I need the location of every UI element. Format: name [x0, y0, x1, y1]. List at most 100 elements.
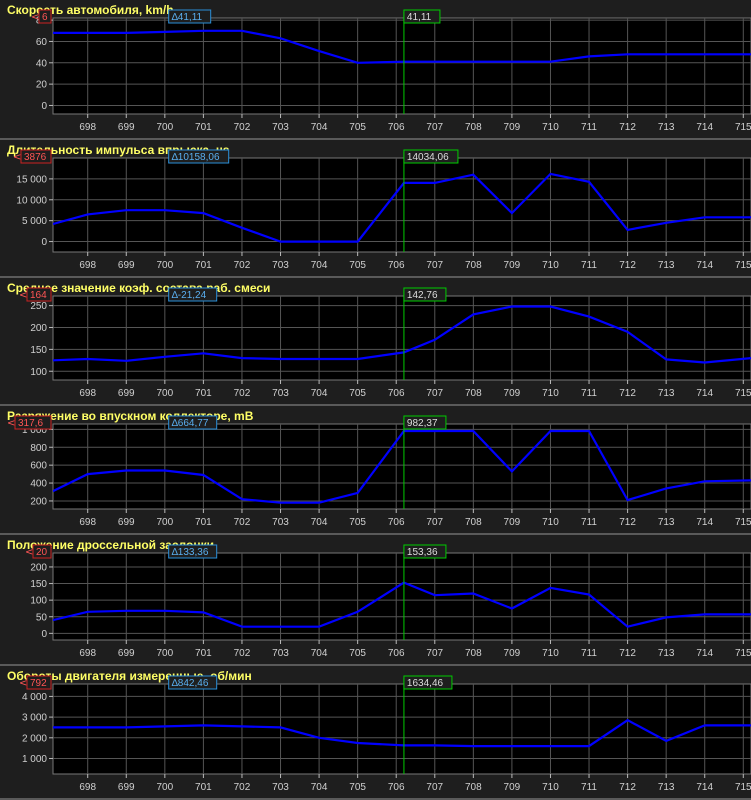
x-tick-label: 709: [504, 648, 521, 659]
delta-value: ∆-21,24: [172, 290, 207, 301]
data-point: [588, 593, 590, 596]
x-tick-label: 712: [619, 782, 636, 793]
data-point: [86, 473, 89, 475]
data-point: [279, 358, 282, 360]
y-tick-label: 0: [41, 237, 47, 248]
x-tick-label: 700: [156, 782, 173, 793]
x-tick-label: 698: [79, 122, 96, 133]
y-tick-label: 0: [41, 629, 47, 640]
marker-arrow-icon: <: [31, 12, 39, 23]
marker-arrow-icon: <: [7, 418, 15, 429]
data-point: [433, 60, 436, 63]
data-point: [318, 736, 320, 739]
x-tick-label: 706: [388, 782, 405, 793]
chart-window: Скорость автомобиля, km/h020406080698699…: [0, 0, 751, 800]
x-tick-label: 708: [465, 260, 482, 271]
y-tick-label: 1 000: [22, 754, 47, 765]
x-tick-label: 710: [542, 517, 559, 528]
marker-value: 20: [36, 547, 48, 558]
x-tick-label: 702: [234, 782, 251, 793]
x-tick-label: 700: [156, 517, 173, 528]
data-point: [665, 221, 667, 224]
data-point: [472, 592, 475, 595]
y-tick-label: 2 000: [22, 733, 47, 744]
data-point: [279, 625, 282, 628]
x-tick-label: 711: [581, 122, 597, 133]
x-tick-label: 710: [542, 260, 559, 271]
x-tick-label: 700: [156, 388, 173, 399]
x-tick-label: 712: [619, 648, 636, 659]
delta-value: ∆133,36: [172, 547, 209, 558]
data-point: [86, 32, 89, 34]
y-tick-label: 20: [36, 80, 48, 91]
x-tick-label: 705: [349, 517, 366, 528]
y-tick-label: 10 000: [16, 195, 47, 206]
x-tick-label: 706: [388, 260, 405, 271]
x-tick-label: 703: [272, 648, 289, 659]
data-point: [472, 313, 475, 316]
x-tick-label: 707: [426, 648, 443, 659]
data-point: [511, 745, 513, 747]
x-tick-label: 701: [195, 782, 212, 793]
y-tick-label: 800: [30, 443, 47, 454]
x-tick-label: 712: [619, 260, 636, 271]
data-point: [626, 331, 629, 333]
x-tick-label: 703: [272, 517, 289, 528]
y-tick-label: 250: [30, 301, 47, 312]
y-tick-label: 400: [30, 479, 47, 490]
delta-value: ∆41,11: [172, 12, 203, 23]
data-point: [241, 498, 243, 500]
data-point: [164, 469, 166, 472]
x-tick-label: 714: [696, 782, 713, 793]
data-point: [318, 358, 320, 360]
data-point: [549, 305, 552, 308]
x-tick-label: 712: [619, 122, 636, 133]
x-tick-label: 702: [234, 388, 251, 399]
data-point: [125, 609, 128, 612]
x-tick-label: 707: [426, 122, 443, 133]
data-point: [125, 32, 128, 34]
x-tick-label: 704: [311, 782, 328, 793]
x-tick-label: 702: [234, 260, 251, 271]
marker-value: 317,6: [18, 418, 43, 429]
x-tick-label: 707: [426, 388, 443, 399]
cursor-value: 142,76: [407, 290, 438, 301]
x-tick-label: 699: [118, 782, 135, 793]
data-point: [626, 625, 629, 628]
x-tick-label: 704: [311, 388, 328, 399]
x-tick-label: 708: [465, 388, 482, 399]
x-tick-label: 710: [542, 782, 559, 793]
data-point: [356, 492, 359, 494]
marker-arrow-icon: <: [19, 290, 27, 301]
x-tick-label: 704: [311, 260, 328, 271]
chart-panel: Положение дроссельной заслонки 0 50 100 150 2…: [0, 535, 751, 666]
data-point: [86, 726, 89, 729]
data-point: [86, 213, 89, 216]
x-tick-label: 711: [581, 517, 597, 528]
data-point: [511, 470, 513, 473]
chart-panel: Разряжение во впускном коллекторе, mB 200…: [0, 406, 751, 535]
x-tick-label: 705: [349, 388, 366, 399]
cursor-value: 41,11: [407, 12, 432, 23]
x-tick-label: 702: [234, 517, 251, 528]
x-tick-label: 699: [118, 388, 135, 399]
plot-area: [52, 157, 751, 253]
data-point: [356, 610, 359, 613]
data-point: [703, 613, 706, 616]
data-point: [241, 30, 243, 32]
data-point: [318, 501, 320, 504]
x-tick-label: 703: [272, 122, 289, 133]
data-point: [53, 359, 54, 362]
data-point: [472, 430, 475, 432]
data-point: [241, 625, 243, 628]
x-tick-label: 715: [735, 260, 751, 271]
data-point: [356, 742, 359, 744]
x-tick-label: 714: [696, 260, 713, 271]
y-tick-label: 200: [30, 562, 47, 573]
x-tick-label: 700: [156, 260, 173, 271]
x-tick-label: 702: [234, 122, 251, 133]
data-point: [318, 50, 320, 52]
x-tick-label: 712: [619, 388, 636, 399]
x-tick-label: 707: [426, 517, 443, 528]
data-point: [53, 619, 54, 621]
